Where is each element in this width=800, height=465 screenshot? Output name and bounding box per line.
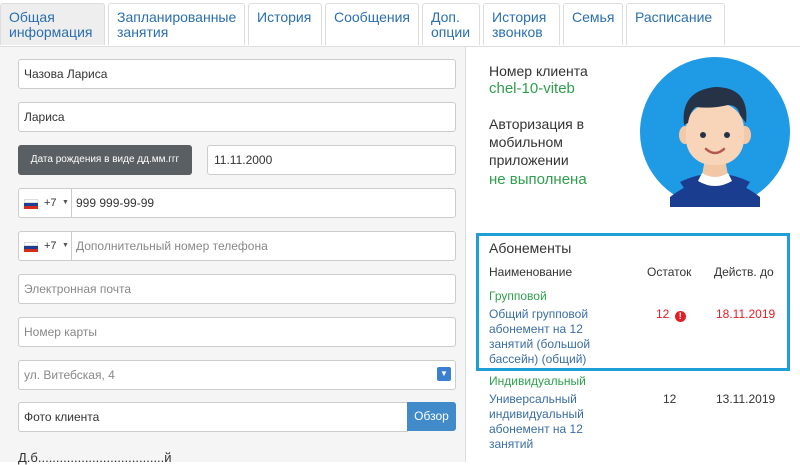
country-code-selector[interactable]: +7 ▼ [19, 232, 72, 260]
tab-call-history[interactable]: История звонков [483, 3, 560, 45]
tab-bar: Общая информация Запланированные занятия… [0, 0, 800, 47]
chevron-down-icon[interactable]: ▼ [437, 367, 451, 381]
first-name-input[interactable]: Лариса [18, 102, 456, 132]
dob-button-label: Дата рождения в виде дд.мм.ггг [30, 154, 180, 165]
dob-input[interactable]: 11.11.2000 [207, 145, 456, 175]
subscription-name[interactable]: Универсальный индивидуальный абонемент н… [489, 392, 584, 452]
tab-history[interactable]: История [248, 3, 322, 45]
phone-value: 999 999-99-99 [76, 196, 155, 210]
phone-code: +7 [44, 240, 57, 252]
browse-label: Обзор [414, 409, 449, 423]
rest-value: 12 [656, 307, 670, 321]
country-code-selector[interactable]: +7 ▼ [19, 189, 72, 217]
column-header-valid: Действ. до [714, 265, 774, 279]
tab-general-info[interactable]: Общая информация [0, 3, 105, 45]
phone-input[interactable]: +7 ▼ 999 999-99-99 [18, 188, 456, 218]
column-header-rest: Остаток [647, 265, 692, 279]
panel-divider [465, 47, 466, 462]
tab-messages[interactable]: Сообщения [325, 3, 419, 45]
tab-extra-options[interactable]: Доп. опции [422, 3, 480, 45]
address-select[interactable]: ул. Витебская, 4 ▼ [18, 360, 456, 390]
subscription-rest: 12 ! [656, 307, 686, 322]
email-input[interactable]: Электронная почта [18, 274, 456, 304]
tab-schedule[interactable]: Расписание [626, 3, 725, 45]
chevron-down-icon: ▼ [62, 199, 69, 206]
client-number-value: chel-10-viteb [489, 80, 575, 97]
subscription-name[interactable]: Общий групповой абонемент на 12 занятий … [489, 307, 590, 367]
card-number-input[interactable]: Номер карты [18, 317, 456, 347]
client-number-label: Номер клиента [489, 63, 588, 79]
tab-label: Расписание [635, 9, 713, 25]
dob-format-button[interactable]: Дата рождения в виде дд.мм.ггг [18, 145, 192, 175]
tab-planned-classes[interactable]: Запланированные занятия [108, 3, 245, 45]
chevron-down-icon: ▼ [62, 242, 69, 249]
browse-button[interactable]: Обзор [407, 402, 456, 431]
subscription-valid-until: 13.11.2019 [716, 392, 776, 406]
subscriptions-title: Абонементы [489, 240, 572, 256]
tab-family[interactable]: Семья [563, 3, 623, 45]
subscription-group: Групповой [489, 289, 547, 303]
subscription-group: Индивидуальный [489, 374, 586, 388]
card-placeholder: Номер карты [24, 325, 97, 339]
tab-label: Сообщения [334, 9, 410, 25]
tab-label: Доп. опции [431, 9, 471, 40]
additional-phone-input[interactable]: +7 ▼ Дополнительный номер телефона [18, 231, 456, 261]
subscription-rest: 12 [663, 392, 677, 406]
column-header-name: Наименование [489, 265, 573, 279]
section-heading-cut: Д.б...................................й [18, 450, 172, 465]
dob-value: 11.11.2000 [214, 153, 273, 167]
tab-label: Общая информация [9, 9, 93, 40]
tab-label: Семья [572, 9, 615, 25]
tab-label: История [257, 9, 312, 25]
warning-icon: ! [674, 311, 686, 322]
photo-input[interactable]: Фото клиента [18, 402, 408, 432]
avatar-icon [640, 57, 790, 207]
mobile-auth-status: не выполнена [489, 171, 587, 188]
first-name-value: Лариса [24, 110, 65, 124]
subscription-valid-until: 18.11.2019 [716, 307, 776, 321]
full-name-value: Чазова Лариса [24, 67, 108, 81]
full-name-input[interactable]: Чазова Лариса [18, 59, 456, 89]
photo-placeholder: Фото клиента [24, 410, 100, 424]
mobile-auth-label: Авторизация в мобильном приложении [489, 116, 585, 168]
tab-label: История звонков [492, 9, 547, 40]
tab-label: Запланированные занятия [117, 9, 237, 40]
address-placeholder: ул. Витебская, 4 [24, 368, 115, 382]
email-placeholder: Электронная почта [24, 282, 132, 296]
russia-flag-icon [24, 199, 38, 209]
additional-phone-placeholder: Дополнительный номер телефона [76, 239, 268, 253]
phone-code: +7 [44, 197, 57, 209]
russia-flag-icon [24, 242, 38, 252]
